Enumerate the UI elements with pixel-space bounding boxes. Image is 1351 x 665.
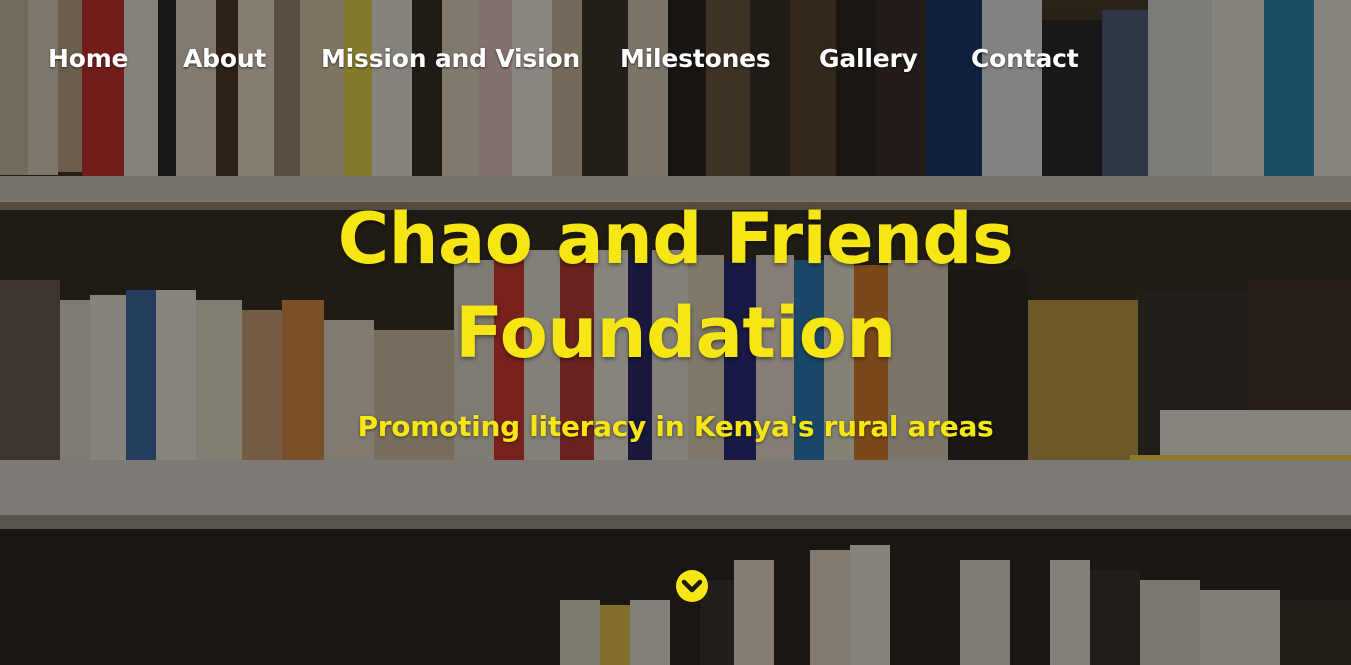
- nav-item-home[interactable]: Home: [48, 44, 129, 73]
- hero-title: Chao and Friends Foundation: [0, 192, 1351, 380]
- nav-item-about[interactable]: About: [183, 44, 266, 73]
- nav-item-contact[interactable]: Contact: [971, 44, 1079, 73]
- hero-subtitle: Promoting literacy in Kenya's rural area…: [357, 410, 994, 443]
- nav-item-milestones[interactable]: Milestones: [620, 44, 771, 73]
- hero-section: Home About Mission and Vision Milestones…: [0, 0, 1351, 665]
- nav-item-mission-and-vision[interactable]: Mission and Vision: [321, 44, 580, 73]
- chevron-down-circle-icon: [676, 570, 708, 602]
- hero-title-line-2: Foundation: [455, 292, 896, 374]
- hero-title-line-1: Chao and Friends: [337, 198, 1014, 280]
- scroll-down-button[interactable]: [675, 569, 709, 603]
- nav-item-gallery[interactable]: Gallery: [819, 44, 918, 73]
